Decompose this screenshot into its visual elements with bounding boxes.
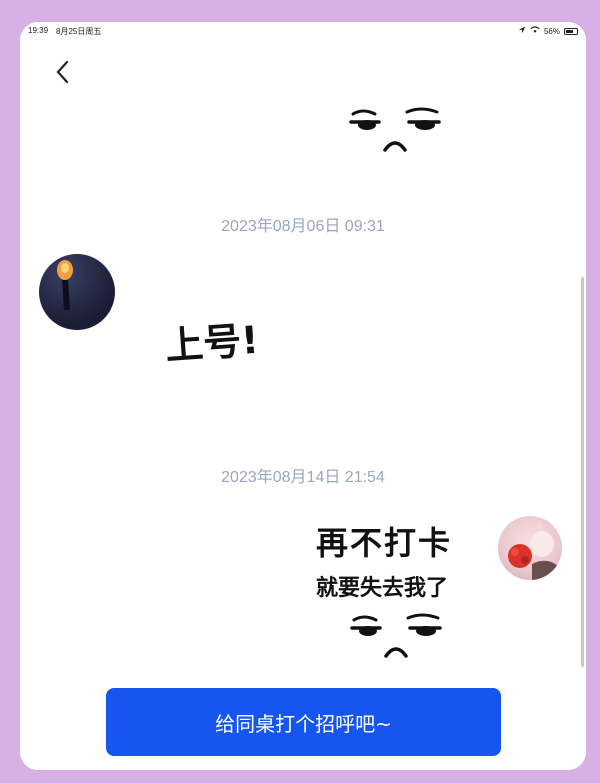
status-bar: 19:39 8月25日周五 56% xyxy=(20,22,586,40)
greet-deskmate-button[interactable]: 给同桌打个招呼吧~ xyxy=(106,688,501,756)
sticker-message: 再不打卡 就要失去我了 xyxy=(316,518,476,669)
anime-girl-image xyxy=(508,520,560,580)
sticker-line: 再不打卡 xyxy=(316,524,453,562)
avatar[interactable] xyxy=(498,516,562,580)
battery-percent: 56% xyxy=(543,26,560,36)
chat-screen: 19:39 8月25日周五 56% 2023年08月06日 09:31 上号! … xyxy=(20,22,586,770)
back-button[interactable] xyxy=(50,58,74,86)
scrollbar[interactable] xyxy=(581,277,584,667)
chevron-left-icon xyxy=(56,60,69,84)
sad-face-icon xyxy=(350,613,442,658)
lantern-image xyxy=(57,260,73,311)
sticker-message: 上号! xyxy=(163,317,261,369)
message-timestamp: 2023年08月14日 21:54 xyxy=(221,469,385,486)
battery-icon xyxy=(564,27,578,35)
avatar[interactable] xyxy=(39,254,115,330)
message-timestamp: 2023年08月06日 09:31 xyxy=(221,218,385,235)
wifi-icon xyxy=(530,26,540,36)
status-date: 8月25日周五 xyxy=(56,26,102,36)
location-icon xyxy=(518,26,526,36)
sticker-line: 就要失去我了 xyxy=(316,576,449,601)
status-time: 19:39 xyxy=(28,25,49,35)
sad-face-sticker xyxy=(345,100,445,165)
